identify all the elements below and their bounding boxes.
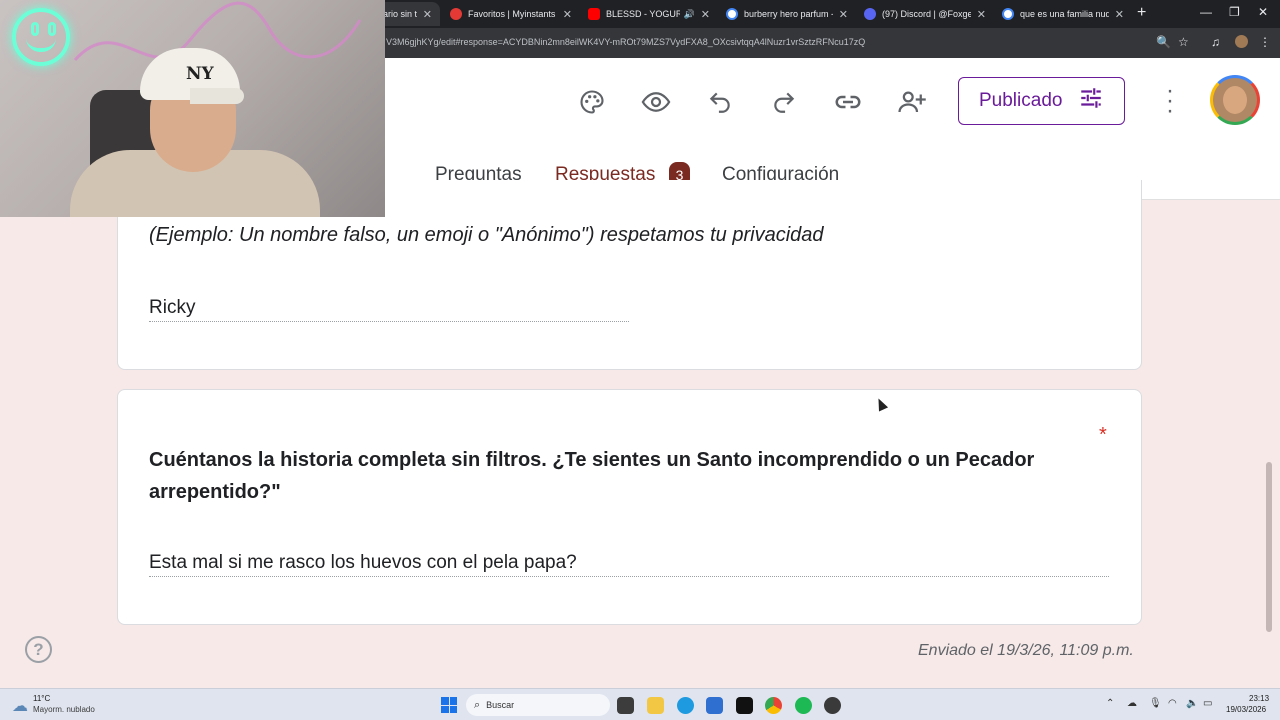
question-title: Cuéntanos la historia completa sin filtr… bbox=[149, 449, 1035, 503]
browser-tab-burberry[interactable]: burberry hero parfum - B ✕ bbox=[718, 2, 856, 26]
tab-title: burberry hero parfum - B bbox=[744, 9, 833, 19]
tab-title: Favoritos | Myinstants bbox=[468, 9, 556, 19]
webcam-overlay: NY bbox=[0, 0, 385, 217]
undo-icon[interactable] bbox=[700, 82, 740, 122]
url-field[interactable]: V3M6gjhKYg/edit#response=ACYDBNin2mn8eil… bbox=[386, 37, 865, 47]
question-hint: (Ejemplo: Un nombre falso, un emoji o "A… bbox=[149, 224, 824, 246]
spotify-icon[interactable] bbox=[795, 697, 812, 714]
volume-icon[interactable]: 🔈 bbox=[1186, 698, 1198, 709]
preview-icon[interactable] bbox=[636, 82, 676, 122]
speaker-icon[interactable]: 🔊 bbox=[684, 9, 695, 20]
chrome-icon[interactable] bbox=[765, 697, 782, 714]
taskbar-search[interactable]: ⌕ Buscar bbox=[466, 694, 610, 716]
taskview-icon[interactable] bbox=[617, 697, 634, 714]
required-asterisk: * bbox=[1099, 424, 1107, 446]
new-tab-button[interactable]: + bbox=[1137, 4, 1146, 22]
obs-icon[interactable] bbox=[824, 697, 841, 714]
close-window-icon[interactable]: ✕ bbox=[1258, 5, 1268, 19]
help-icon[interactable]: ? bbox=[25, 636, 52, 663]
submitted-timestamp: Enviado el 19/3/26, 11:09 p.m. bbox=[918, 642, 1134, 659]
wifi-icon[interactable]: ◠ bbox=[1168, 698, 1177, 709]
browser-profile-avatar[interactable] bbox=[1235, 35, 1248, 48]
close-icon[interactable]: ✕ bbox=[563, 8, 572, 21]
answer-underline bbox=[149, 576, 1109, 577]
microphone-icon[interactable]: 🎙 bbox=[1149, 698, 1162, 709]
restore-icon[interactable]: ❐ bbox=[1229, 5, 1240, 19]
tray-cloud-icon[interactable]: ☁ bbox=[1127, 698, 1137, 709]
answer-underline bbox=[149, 321, 629, 322]
search-label: Buscar bbox=[486, 700, 515, 710]
cap-brim bbox=[190, 88, 244, 104]
bookmark-star-icon[interactable]: ☆ bbox=[1178, 35, 1189, 49]
answer-name: Ricky bbox=[149, 297, 196, 318]
tab-title: BLESSD - YOGURCITO bbox=[606, 9, 680, 19]
search-icon: ⌕ bbox=[474, 698, 481, 711]
page-scrollbar[interactable] bbox=[1266, 462, 1272, 632]
answer-story: Esta mal si me rasco los huevos con el p… bbox=[149, 552, 577, 573]
tray-chevron-icon[interactable]: ⌃ bbox=[1106, 698, 1114, 709]
yandere-app-icon[interactable] bbox=[736, 697, 753, 714]
windows-start-icon[interactable] bbox=[441, 697, 457, 713]
browser-menu-icon[interactable]: ⋮ bbox=[1259, 35, 1271, 49]
tab-title: (97) Discord | @Foxger yt bbox=[882, 9, 971, 19]
discord-favicon-icon bbox=[864, 8, 876, 20]
tab-title: que es una familia nudist bbox=[1020, 9, 1109, 19]
media-control-icon[interactable]: ♫ bbox=[1211, 35, 1220, 49]
browser-tab-search[interactable]: que es una familia nudist ✕ bbox=[994, 2, 1132, 26]
publish-button[interactable]: Publicado bbox=[958, 77, 1125, 125]
tab-title: ario sin t bbox=[383, 9, 417, 19]
redo-icon[interactable] bbox=[764, 82, 804, 122]
browser-tab-discord[interactable]: (97) Discord | @Foxger yt ✕ bbox=[856, 2, 994, 26]
clock-time[interactable]: 23:13 bbox=[1249, 694, 1269, 703]
weather-cloud-icon[interactable]: ☁ bbox=[12, 696, 28, 716]
close-icon[interactable]: ✕ bbox=[701, 8, 710, 21]
account-avatar[interactable] bbox=[1210, 75, 1260, 125]
file-explorer-icon[interactable] bbox=[647, 697, 664, 714]
close-icon[interactable]: ✕ bbox=[839, 8, 848, 21]
weather-description[interactable]: Mayorm. nublado bbox=[33, 705, 95, 714]
myinstants-favicon-icon bbox=[450, 8, 462, 20]
tune-icon bbox=[1078, 85, 1104, 117]
palette-icon[interactable] bbox=[572, 82, 612, 122]
avatar-face bbox=[1223, 86, 1247, 114]
cap-logo-icon: NY bbox=[186, 64, 214, 84]
publish-label: Publicado bbox=[979, 90, 1063, 111]
add-collaborator-icon[interactable] bbox=[892, 82, 932, 122]
weather-temperature[interactable]: 11°C bbox=[33, 694, 50, 703]
minimize-icon[interactable]: — bbox=[1200, 5, 1212, 19]
windows-taskbar: ☁ 11°C Mayorm. nublado ⌕ Buscar ⌃ ☁ 🎙 ◠ … bbox=[0, 688, 1280, 720]
zoom-icon[interactable]: 🔍 bbox=[1156, 35, 1171, 49]
close-icon[interactable]: ✕ bbox=[977, 8, 986, 21]
link-icon[interactable] bbox=[828, 82, 868, 122]
edge-icon[interactable] bbox=[677, 697, 694, 714]
browser-tab-myinstants[interactable]: Favoritos | Myinstants ✕ bbox=[442, 2, 580, 26]
browser-tab-youtube[interactable]: BLESSD - YOGURCITO 🔊 ✕ bbox=[580, 2, 718, 26]
clock-date[interactable]: 19/03/2026 bbox=[1226, 705, 1266, 714]
google-favicon-icon bbox=[726, 8, 738, 20]
google-favicon-icon bbox=[1002, 8, 1014, 20]
close-icon[interactable]: ✕ bbox=[423, 8, 432, 21]
youtube-favicon-icon bbox=[588, 8, 600, 20]
more-options-icon[interactable]: · · · bbox=[1162, 79, 1178, 123]
store-icon[interactable] bbox=[706, 697, 723, 714]
close-icon[interactable]: ✕ bbox=[1115, 8, 1124, 21]
battery-icon[interactable]: ▭ bbox=[1203, 698, 1212, 709]
